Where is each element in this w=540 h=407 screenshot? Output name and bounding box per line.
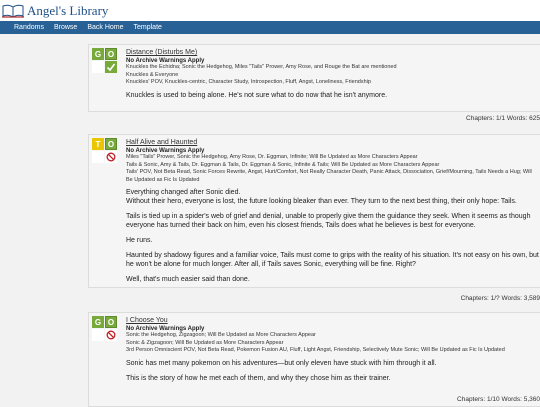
tag-line[interactable]: Knuckles the Echidna; Sonic the Hedgehog… [126, 64, 539, 72]
summary-paragraph: He runs. [126, 237, 153, 244]
nav-back-home-link[interactable]: Back Home [87, 24, 123, 31]
tag-line[interactable]: Miles "Tails" Prower, Sonic the Hedgehog… [126, 154, 539, 162]
summary-paragraph: Everything changed after Sonic died. Wit… [126, 189, 517, 205]
summary-paragraph: Well, that's much easier said than done. [126, 276, 250, 283]
work-title-link[interactable]: I Choose You [126, 317, 539, 324]
book-logo-icon[interactable] [2, 4, 24, 18]
nav-browse-link[interactable]: Browse [54, 24, 77, 31]
summary-paragraph: Tails is tied up in a spider's web of gr… [126, 213, 531, 229]
work-stats: Chapters: 1/1 Words: 625 [466, 115, 540, 122]
rating-icon[interactable]: T [92, 138, 104, 150]
summary-paragraph: This is the story of how he met each of … [126, 374, 391, 382]
rating-icon[interactable]: G [92, 48, 104, 60]
summary-paragraph: Knuckles is used to being alone. He's no… [126, 91, 388, 99]
tag-line[interactable]: Sonic the Hedgehog, Zigzagoon; Will Be U… [126, 332, 539, 340]
work-blurb: T O Half Alive and Haunted No Archive Wa… [88, 134, 540, 288]
incomplete-icon[interactable] [105, 329, 117, 341]
category-icon[interactable]: O [105, 48, 117, 60]
summary-paragraph: Haunted by shadowy figures and a familia… [126, 252, 539, 268]
summary-paragraph: Sonic has met many pokemon on his advent… [126, 359, 437, 367]
nav-randoms-link[interactable]: Randoms [14, 24, 44, 31]
nav-bar: Randoms Browse Back Home Template [0, 21, 540, 34]
site-header: Angel's Library [0, 0, 540, 21]
work-stats: Chapters: 1/10 Words: 5,360 [457, 396, 540, 403]
work-stats: Chapters: 1/? Words: 3,589 [460, 295, 540, 302]
site-title[interactable]: Angel's Library [27, 3, 108, 19]
tag-line[interactable]: Knuckles & Everyone [126, 72, 539, 80]
warning-none-icon[interactable] [92, 151, 104, 163]
tag-line[interactable]: Tails' POV, Not Beta Read, Sonic Forces … [126, 169, 539, 184]
category-icon[interactable]: O [105, 316, 117, 328]
nav-template-link[interactable]: Template [134, 24, 162, 31]
warning-none-icon[interactable] [92, 329, 104, 341]
category-icon[interactable]: O [105, 138, 117, 150]
tag-line[interactable]: Knuckles' POV, Knuckles-centric, Charact… [126, 79, 539, 87]
work-summary: Knuckles is used to being alone. He's no… [126, 91, 539, 100]
complete-check-icon[interactable] [105, 61, 117, 73]
warning-none-icon[interactable] [92, 61, 104, 73]
work-blurb: G O I Choose You No Archive Warnings App… [88, 312, 540, 407]
work-summary: Everything changed after Sonic died. Wit… [126, 188, 539, 284]
tag-line[interactable]: Tails & Sonic, Amy & Tails, Dr. Eggman &… [126, 162, 539, 170]
tag-line[interactable]: 3rd Person Omniscient POV, Not Beta Read… [126, 347, 539, 355]
work-summary: Sonic has met many pokemon on his advent… [126, 359, 539, 383]
work-blurb: G O Distance (Disturbs Me) No Archive Wa… [88, 44, 540, 112]
tag-line[interactable]: Sonic & Zigzagoon; Will Be Updated as Mo… [126, 340, 539, 348]
rating-icon[interactable]: G [92, 316, 104, 328]
incomplete-icon[interactable] [105, 151, 117, 163]
work-title-link[interactable]: Half Alive and Haunted [126, 139, 539, 146]
work-title-link[interactable]: Distance (Disturbs Me) [126, 49, 539, 56]
